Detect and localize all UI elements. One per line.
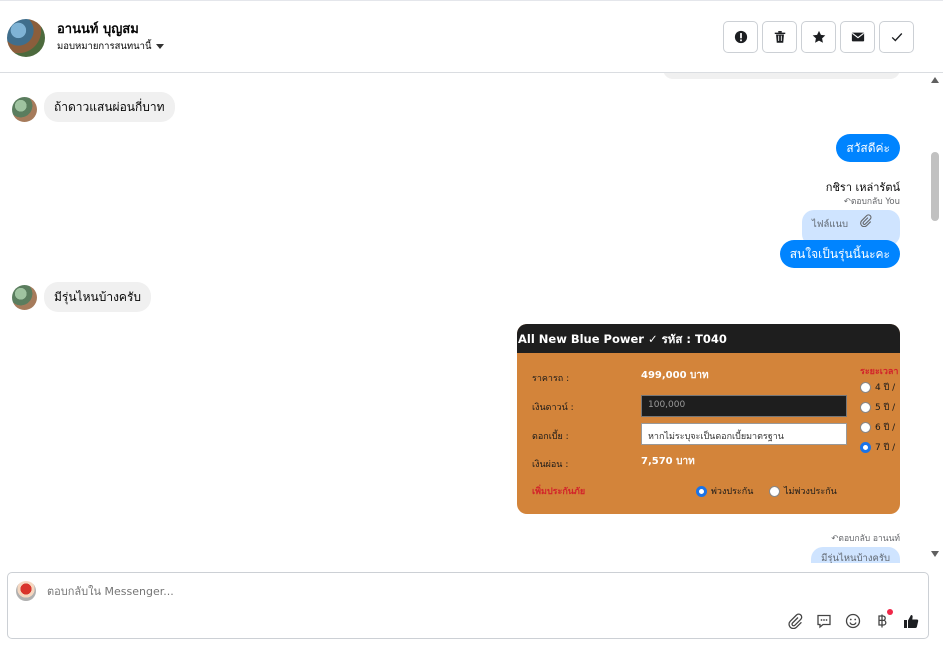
radio-selected-icon (696, 485, 707, 497)
interest-label: ดอกเบี้ย : (532, 432, 569, 442)
contact-avatar-small[interactable] (12, 97, 37, 122)
incoming-message[interactable]: มีรุ่นไหนบ้างครับ (44, 282, 152, 312)
card-title-bar: All New Blue Power ✓ รหัส : T040 (517, 324, 900, 353)
trash-icon (774, 31, 785, 43)
price-value: 499,000 บาท (641, 370, 709, 381)
thumbs-up-icon (903, 614, 918, 628)
period-option-label: 4 ปี / (875, 383, 896, 393)
insurance-without-label: ไม่พ่วงประกัน (784, 487, 837, 497)
radio-empty-icon (860, 421, 871, 433)
star-button[interactable] (801, 21, 836, 53)
incoming-message[interactable]: ถ้าดาวแสนผ่อนกี่บาท (44, 92, 175, 122)
price-label: ราคารถ : (532, 374, 570, 384)
composer-tools (785, 609, 920, 630)
contact-avatar-small[interactable] (12, 285, 37, 310)
period-option-label: 5 ปี / (875, 403, 896, 413)
exclamation-icon (734, 30, 747, 44)
quoted-attachment-label: ไฟล์แนบ (812, 219, 848, 230)
speech-bubble-icon (816, 614, 831, 628)
quoted-message[interactable]: มีรุ่นไหนบ้างครับ (811, 547, 900, 563)
outgoing-message[interactable]: สวัสดีค่ะ (836, 134, 900, 162)
contact-avatar[interactable] (7, 19, 45, 57)
envelope-icon (851, 32, 864, 42)
attach-button[interactable] (785, 611, 804, 630)
period-option: 5 ปี / (860, 400, 895, 414)
star-icon (812, 30, 825, 43)
reply-input[interactable] (47, 585, 647, 598)
emoji-button[interactable] (843, 611, 862, 630)
period-label: ระยะเวลา (860, 367, 899, 377)
caret-down-icon (155, 44, 164, 49)
reply-indicator: ↶ตอบกลับ You (843, 197, 900, 207)
insurance-without-option: ไม่พ่วงประกัน (769, 484, 837, 498)
car-loan-image[interactable]: All New Blue Power ✓ รหัส : T040 ราคารถ … (517, 324, 900, 514)
insurance-with-option: พ่วงประกัน (696, 484, 753, 498)
radio-selected-icon (860, 441, 871, 453)
smiley-icon (845, 613, 860, 628)
insurance-with-label: พ่วงประกัน (711, 487, 754, 497)
conversation-header: อานนท์ บุญสม มอบหมายการสนทนานี้ (0, 0, 943, 73)
down-payment-field: 100,000 (641, 395, 847, 417)
reply-composer (7, 572, 929, 639)
insurance-label: เพิ่มประกันภัย (532, 487, 586, 497)
period-option: 4 ปี / (860, 380, 895, 394)
scrollbar-thumb[interactable] (931, 152, 939, 221)
installment-value: 7,570 บาท (641, 456, 695, 467)
assign-label: มอบหมายการสนทนานี้ (57, 41, 152, 52)
assign-conversation-dropdown[interactable]: มอบหมายการสนทนานี้ (57, 39, 164, 54)
radio-empty-icon (860, 381, 871, 393)
contact-name[interactable]: อานนท์ บุญสม (57, 18, 139, 39)
period-option-label: 7 ปี / (875, 443, 896, 453)
radio-empty-icon (769, 485, 780, 497)
mark-unread-button[interactable] (840, 21, 875, 53)
scroll-up-arrow-icon[interactable] (931, 77, 939, 83)
notification-dot (887, 609, 893, 615)
down-payment-label: เงินดาวน์ : (532, 403, 574, 413)
like-button[interactable] (901, 611, 920, 630)
card-title: All New Blue Power ✓ รหัส : T040 (518, 332, 727, 346)
thread-scrollbar[interactable] (928, 73, 943, 563)
period-option: 6 ปี / (860, 420, 895, 434)
period-option-label: 6 ปี / (875, 423, 896, 433)
reply-indicator: ↶ตอบกลับ อานนท์ (831, 534, 900, 544)
mark-done-button[interactable] (879, 21, 914, 53)
header-actions (723, 21, 914, 53)
delete-button[interactable] (762, 21, 797, 53)
paperclip-icon (787, 612, 802, 629)
baht-icon (877, 614, 886, 627)
payment-button[interactable] (872, 609, 893, 630)
messenger-inbox: อานนท์ บุญสม มอบหมายการสนทนานี้ ถ้าดาวแส… (0, 0, 943, 646)
installment-label: เงินผ่อน : (532, 460, 569, 470)
interest-field: หากไม่ระบุจะเป็นดอกเบี้ยมาตรฐาน (641, 423, 847, 445)
previous-message-bubble (663, 73, 900, 79)
message-thread[interactable]: ถ้าดาวแสนผ่อนกี่บาท สวัสดีค่ะ กชิรา เหล่… (0, 73, 928, 563)
paperclip-icon (859, 210, 872, 240)
period-option: 7 ปี / (860, 440, 895, 454)
page-avatar (16, 581, 36, 601)
radio-empty-icon (860, 401, 871, 413)
scroll-down-arrow-icon[interactable] (931, 551, 939, 557)
saved-replies-button[interactable] (814, 611, 833, 630)
report-button[interactable] (723, 21, 758, 53)
outgoing-message[interactable]: สนใจเป็นรุ่นนี้นะคะ (779, 240, 900, 268)
check-icon (891, 33, 902, 42)
